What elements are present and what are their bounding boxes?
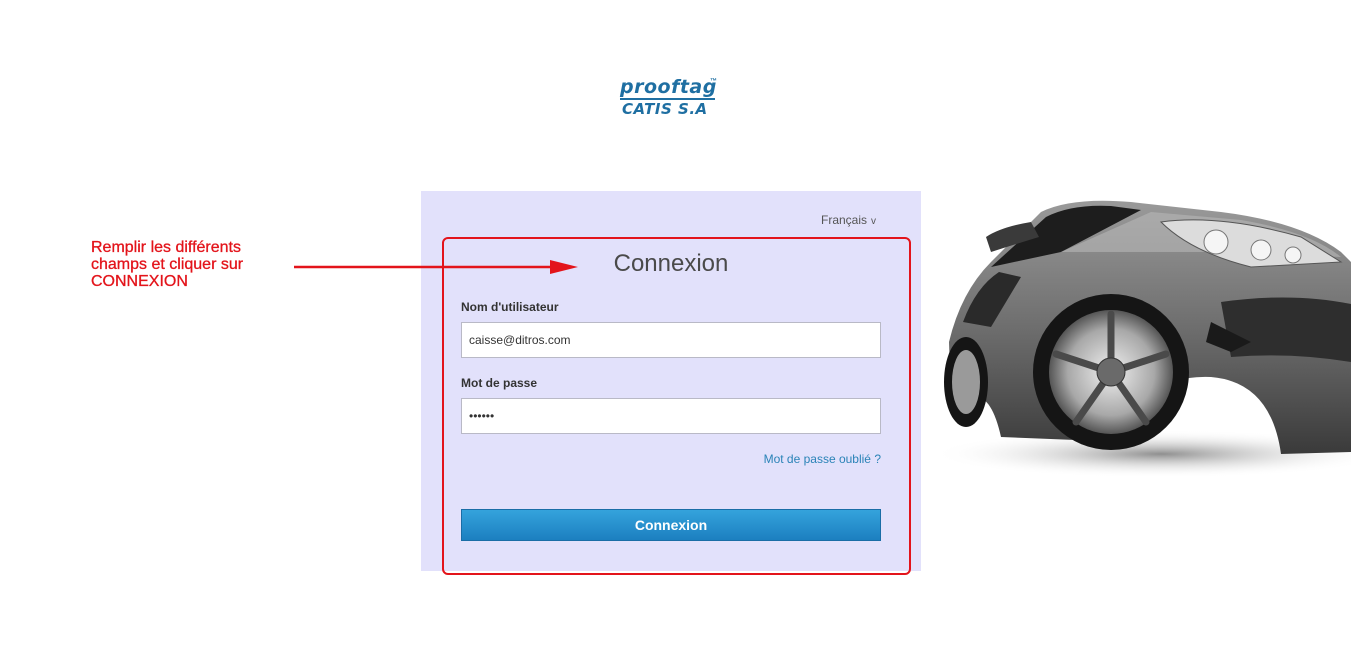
logo-brand-top: prooftag — [620, 76, 717, 98]
prooftag-catis-logo: prooftag ™ CATIS S.A — [620, 76, 730, 122]
forgot-password-link[interactable]: Mot de passe oublié ? — [700, 452, 881, 466]
logo-trademark: ™ — [710, 78, 717, 85]
annotation-text: Remplir les différents champs et cliquer… — [91, 239, 244, 290]
logo-brand-bottom: CATIS S.A — [622, 100, 708, 118]
username-label: Nom d'utilisateur — [461, 300, 559, 314]
login-page: prooftag ™ CATIS S.A Français v Connexion… — [0, 0, 1352, 652]
language-selector[interactable]: Français v — [821, 213, 876, 227]
car-photo — [931, 200, 1351, 478]
username-input[interactable] — [461, 322, 881, 358]
password-input[interactable] — [461, 398, 881, 434]
password-label: Mot de passe — [461, 376, 538, 390]
chevron-down-icon: v — [871, 216, 877, 227]
arrow-right-icon — [294, 260, 578, 274]
language-selected: Français — [821, 213, 868, 227]
login-button[interactable]: Connexion — [461, 509, 881, 541]
